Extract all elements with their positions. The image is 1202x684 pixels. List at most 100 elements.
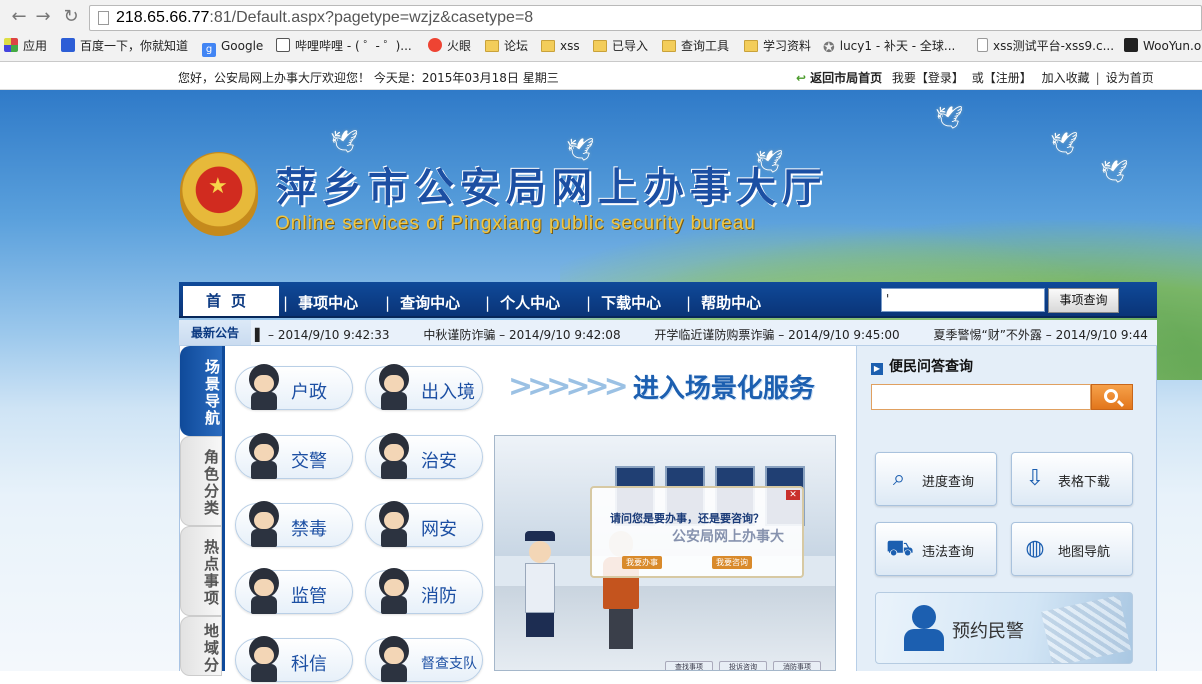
scene-dialog: ✕ 请问您是要办事，还是要咨询？ 公安局网上办事大 我要办事 我要咨询 [590, 486, 804, 578]
bookmark-xss9[interactable]: xss测试平台-xss9.c... [977, 37, 1114, 55]
divider: | [1095, 71, 1100, 85]
nav-item-query[interactable]: | 查询中心 [385, 292, 460, 313]
return-home-link[interactable]: 返回市局首页 [810, 71, 882, 85]
dialog-overlay-text: 公安局网上办事大 [672, 529, 784, 545]
faq-search-button[interactable] [1091, 384, 1133, 410]
folder-icon [662, 40, 676, 52]
service-inspection-button[interactable]: 督查支队 [365, 636, 483, 682]
faq-search-input[interactable] [871, 384, 1091, 410]
announcement-item[interactable]: 夏季警惕“财”不外露 – 2014/9/10 9:44 [934, 328, 1148, 342]
police-cartoon-icon [239, 632, 287, 684]
bookmark-bilibili[interactable]: 哔哩哔哩 - ( ゜- ゜)... [276, 37, 412, 55]
search-icon [1104, 389, 1118, 403]
nav-home[interactable]: 首页 [183, 286, 279, 316]
page-icon [977, 38, 988, 52]
announcement-item[interactable]: ▌ – 2014/9/10 9:42:33 [255, 328, 389, 342]
nav-item-download[interactable]: | 下载中心 [586, 292, 661, 313]
back-arrow-icon[interactable]: ← [8, 6, 30, 28]
bookmark-study[interactable]: 学习资料 [744, 37, 811, 55]
announcement-item[interactable]: 中秋谨防诈骗 – 2014/9/10 9:42:08 [423, 328, 620, 342]
service-supervision-button[interactable]: 监管 [235, 568, 353, 614]
matter-search-input[interactable]: ' [881, 288, 1045, 312]
reload-icon[interactable]: ↻ [60, 6, 82, 28]
complaint-consult-button[interactable]: 投诉咨询 [719, 661, 767, 670]
form-download-button[interactable]: ⇩ 表格下载 [1011, 452, 1133, 506]
service-exit-entry-button[interactable]: 出入境 [365, 364, 483, 410]
police-cartoon-icon [369, 564, 417, 616]
nav-item-matters[interactable]: | 事项中心 [283, 292, 358, 313]
service-traffic-button[interactable]: 交警 [235, 433, 353, 479]
handle-matter-button[interactable]: 我要办事 [622, 556, 662, 569]
login-link[interactable]: 【登录】 [916, 71, 964, 85]
police-officer-figure [519, 531, 559, 641]
bookmark-apps[interactable]: 应用 [4, 37, 47, 55]
bookmark-google[interactable]: g Google [202, 37, 263, 57]
fire-eye-icon [428, 38, 442, 52]
bookmark-imported[interactable]: 已导入 [593, 37, 648, 55]
bookmark-xss[interactable]: xss [541, 37, 580, 55]
dove-icon: 🕊 [1050, 132, 1078, 157]
appointment-banner[interactable]: 预约民警 [875, 592, 1133, 664]
telephone-image [1041, 595, 1131, 663]
scene-bottom-buttons: 查找事项 投诉咨询 消防事项 [665, 658, 827, 670]
bookmark-query-tools[interactable]: 查询工具 [662, 37, 729, 55]
site-title: 萍乡市公安局网上办事大厅 [276, 164, 828, 211]
or-text: 或 [971, 71, 984, 85]
service-household-button[interactable]: 户政 [235, 364, 353, 410]
play-arrow-icon: ▶ [871, 363, 883, 375]
greeting-text: 您好，公安局网上办事大厅欢迎您！ 今天是：2015年03月18日 星期三 [178, 71, 559, 85]
nav-item-help[interactable]: | 帮助中心 [686, 292, 761, 313]
service-narcotics-button[interactable]: 禁毒 [235, 501, 353, 547]
truck-icon: ⛟ [886, 536, 914, 561]
dove-icon: 🕊 [330, 130, 358, 155]
tab-role-category[interactable]: 角色分类 [180, 436, 222, 526]
folder-icon [593, 40, 607, 52]
police-emblem-logo: ★ [180, 152, 258, 236]
set-homepage-link[interactable]: 设为首页 [1106, 71, 1154, 85]
service-fire-button[interactable]: 消防 [365, 568, 483, 614]
register-link[interactable]: 【注册】 [984, 71, 1032, 85]
scene-illustration[interactable]: ✕ 请问您是要办事，还是要咨询？ 公安局网上办事大 我要办事 我要咨询 查找事项… [494, 435, 836, 671]
service-cyber-security-button[interactable]: 网安 [365, 501, 483, 547]
consult-button[interactable]: 我要咨询 [712, 556, 752, 569]
announcement-bar: 最新公告 ▌ – 2014/9/10 9:42:33 中秋谨防诈骗 – 2014… [179, 320, 1157, 346]
chevrons-icon: >>>>>> [508, 369, 629, 404]
site-subtitle: Online services of Pingxiang public secu… [275, 213, 756, 234]
announcement-item[interactable]: 开学临近谨防购票诈骗 – 2014/9/10 9:45:00 [654, 328, 899, 342]
tab-scene-navigation[interactable]: 场景导航 [180, 346, 222, 436]
want-text: 我要 [891, 71, 916, 85]
bookmark-baidu[interactable]: 百度一下，你就知道 [61, 37, 188, 55]
site-top-bar: 您好，公安局网上办事大厅欢迎您！ 今天是：2015年03月18日 星期三 ↩ 返回… [0, 62, 1202, 90]
url-text: 218.65.66.77:81/Default.aspx?pagetype=wz… [116, 9, 534, 26]
find-matter-button[interactable]: 查找事项 [665, 661, 713, 670]
close-icon[interactable]: ✕ [786, 490, 800, 500]
police-cartoon-icon [369, 360, 417, 412]
faq-column: ▶ 便民问答查询 ⌕ 进度查询 ⇩ 表格下载 ⛟ 违法查询 ◍ 地图导航 预约民警 [856, 346, 1156, 671]
main-nav: 首页 | 事项中心 | 查询中心 | 个人中心 | 下载中心 | 帮助中心 ' 事项查询 [179, 282, 1157, 318]
service-public-order-button[interactable]: 治安 [365, 433, 483, 479]
bookmark-forum[interactable]: 论坛 [485, 37, 528, 55]
add-favorite-link[interactable]: 加入收藏 [1042, 71, 1090, 85]
tab-region[interactable]: 地域分 [180, 616, 222, 676]
bookmark-wooyun[interactable]: WooYun.o [1124, 37, 1201, 55]
globe-icon: ◍ [1025, 536, 1045, 561]
violation-query-button[interactable]: ⛟ 违法查询 [875, 522, 997, 576]
map-navigation-button[interactable]: ◍ 地图导航 [1011, 522, 1133, 576]
tab-hot-matters[interactable]: 热点事项 [180, 526, 222, 616]
baidu-icon [61, 38, 75, 52]
progress-query-button[interactable]: ⌕ 进度查询 [875, 452, 997, 506]
bookmark-lucy[interactable]: ✪ lucy1 - 补天 - 全球... [823, 37, 955, 55]
folder-icon [485, 40, 499, 52]
scene-service-heading[interactable]: >>>>>> 进入场景化服务 [508, 368, 815, 405]
matter-search-button[interactable]: 事项查询 [1048, 288, 1119, 313]
bookmark-fire-eye[interactable]: 火眼 [428, 37, 471, 55]
announcement-list: ▌ – 2014/9/10 9:42:33 中秋谨防诈骗 – 2014/9/10… [255, 326, 1157, 343]
announcement-label: 最新公告 [179, 320, 251, 345]
nav-item-personal[interactable]: | 个人中心 [485, 292, 560, 313]
dove-icon: 🕊 [1100, 160, 1128, 185]
address-bar[interactable]: 218.65.66.77:81/Default.aspx?pagetype=wz… [89, 5, 1202, 31]
forward-arrow-icon[interactable]: → [32, 6, 54, 28]
fire-matter-button[interactable]: 消防事项 [773, 661, 821, 670]
service-tech-info-button[interactable]: 科信 [235, 636, 353, 682]
tab-strip-divider [222, 346, 225, 671]
